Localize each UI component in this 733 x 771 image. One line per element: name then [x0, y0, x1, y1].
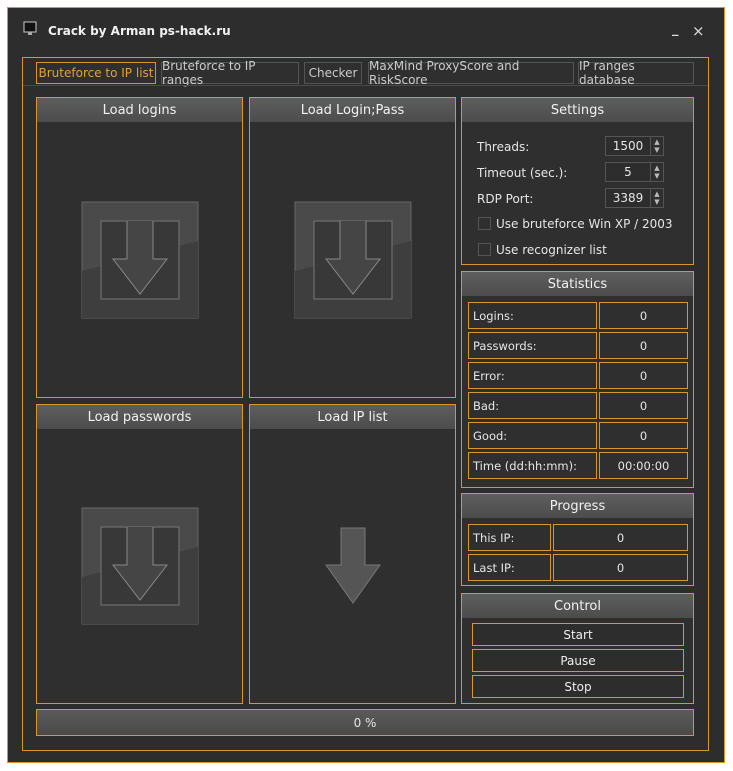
timeout-input[interactable]: 5 — [605, 162, 651, 182]
load-logins-panel[interactable]: Load logins — [36, 97, 243, 398]
threads-label: Threads: — [477, 140, 530, 154]
panel-header: Control — [462, 594, 693, 618]
recognizer-label: Use recognizer list — [496, 243, 607, 257]
download-icon — [81, 201, 199, 319]
progress-panel: Progress This IP: 0 Last IP: 0 — [461, 493, 694, 586]
tab-bruteforce-ip-list[interactable]: Bruteforce to IP list — [36, 62, 156, 84]
arrow-down-icon — [325, 527, 381, 604]
timeout-stepper[interactable]: ▲ ▼ — [650, 162, 664, 182]
panel-header: Load IP list — [250, 405, 455, 429]
stat-label: Time (dd:hh:mm): — [468, 452, 597, 479]
stat-value: 0 — [599, 332, 688, 359]
tab-divider — [23, 85, 708, 86]
threads-input[interactable]: 1500 — [605, 136, 651, 156]
last-ip-value: 0 — [553, 554, 688, 581]
progress-bar: 0 % — [36, 709, 694, 736]
stat-value: 00:00:00 — [599, 452, 688, 479]
timeout-label: Timeout (sec.): — [477, 166, 568, 180]
rdp-port-stepper[interactable]: ▲ ▼ — [650, 188, 664, 208]
tab-maxmind[interactable]: MaxMind ProxyScore and RiskScore — [368, 59, 574, 87]
tab-ip-ranges-database[interactable]: IP ranges database — [578, 59, 694, 87]
statistics-panel: Statistics Logins: 0 Passwords: 0 Error: 0… — [461, 271, 694, 488]
stat-label: Error: — [468, 362, 597, 389]
winxp-label: Use bruteforce Win XP / 2003 — [496, 217, 673, 231]
control-panel: Control Start Pause Stop — [461, 593, 694, 704]
stat-value: 0 — [599, 392, 688, 419]
this-ip-value: 0 — [553, 524, 688, 551]
minimize-button[interactable]: _ — [672, 22, 679, 37]
tab-bruteforce-ip-ranges[interactable]: Bruteforce to IP ranges — [161, 59, 299, 87]
winxp-checkbox[interactable] — [478, 217, 491, 230]
last-ip-label: Last IP: — [468, 554, 551, 581]
rdp-port-label: RDP Port: — [477, 192, 534, 206]
panel-header: Load passwords — [37, 405, 242, 429]
download-icon — [81, 507, 199, 625]
recognizer-checkbox[interactable] — [478, 243, 491, 256]
settings-panel: Settings Threads: 1500 ▲ ▼ Timeout (sec.)… — [461, 97, 694, 265]
panel-header: Load logins — [37, 98, 242, 122]
tab-checker[interactable]: Checker — [304, 62, 362, 84]
panel-header: Load Login;Pass — [250, 98, 455, 122]
this-ip-label: This IP: — [468, 524, 551, 551]
panel-header: Statistics — [462, 272, 693, 296]
window-title: Crack by Arman ps-hack.ru — [48, 24, 231, 38]
load-ip-list-panel[interactable]: Load IP list — [249, 404, 456, 704]
pause-button[interactable]: Pause — [472, 649, 684, 672]
panel-header: Progress — [462, 494, 693, 518]
load-loginpass-panel[interactable]: Load Login;Pass — [249, 97, 456, 398]
stat-label: Passwords: — [468, 332, 597, 359]
rdp-port-input[interactable]: 3389 — [605, 188, 651, 208]
load-passwords-panel[interactable]: Load passwords — [36, 404, 243, 704]
download-icon — [294, 201, 412, 319]
stat-label: Good: — [468, 422, 597, 449]
start-button[interactable]: Start — [472, 623, 684, 646]
stop-button[interactable]: Stop — [472, 675, 684, 698]
stat-label: Bad: — [468, 392, 597, 419]
app-icon — [22, 20, 38, 36]
threads-stepper[interactable]: ▲ ▼ — [650, 136, 664, 156]
panel-header: Settings — [462, 98, 693, 122]
stat-value: 0 — [599, 302, 688, 329]
stat-label: Logins: — [468, 302, 597, 329]
close-button[interactable]: × — [692, 22, 705, 40]
stat-value: 0 — [599, 362, 688, 389]
stat-value: 0 — [599, 422, 688, 449]
